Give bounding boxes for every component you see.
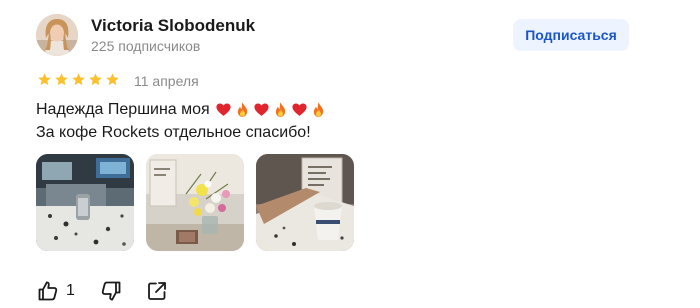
author-name[interactable]: Victoria Slobodenuk — [91, 16, 255, 36]
review-photo-1[interactable] — [36, 154, 134, 251]
fire-icon — [313, 102, 323, 117]
star-icon — [38, 73, 51, 86]
review-date: 11 апреля — [134, 73, 199, 89]
thumbs-down-icon — [101, 281, 121, 301]
review-text: Надежда Першина моя За кофе Rockets отде… — [36, 98, 636, 144]
review-actions: 1 — [36, 279, 169, 303]
share-button[interactable] — [145, 279, 169, 303]
red-heart-icon — [216, 103, 231, 116]
coffee-cup-photo — [256, 154, 354, 251]
review-line-1: Надежда Першина моя — [36, 98, 636, 121]
rating-stars — [37, 72, 120, 87]
red-heart-icon — [254, 103, 269, 116]
star-icon — [55, 73, 68, 86]
star-icon — [106, 73, 119, 86]
fire-icon — [237, 102, 247, 117]
fire-icon — [275, 102, 285, 117]
dislike-button[interactable] — [99, 279, 123, 303]
star-icon — [89, 73, 102, 86]
emoji-row — [215, 101, 327, 118]
review-line-2: За кофе Rockets отдельное спасибо! — [36, 124, 311, 141]
share-icon — [148, 282, 166, 300]
red-heart-icon — [292, 103, 307, 116]
subscribe-button[interactable]: Подписаться — [513, 19, 629, 51]
star-icon — [72, 73, 85, 86]
review-photo-3[interactable] — [256, 154, 354, 251]
subscriber-count: 225 подписчиков — [91, 38, 201, 54]
like-button[interactable]: 1 — [36, 279, 75, 303]
user-avatar-photo — [36, 14, 78, 56]
flowers-photo — [146, 154, 244, 251]
cafe-interior-photo — [36, 154, 134, 251]
like-count: 1 — [66, 282, 75, 299]
thumbs-up-icon — [38, 281, 58, 301]
review-line-1-text: Надежда Першина моя — [36, 101, 210, 118]
review-photo-2[interactable] — [146, 154, 244, 251]
avatar[interactable] — [36, 14, 78, 56]
